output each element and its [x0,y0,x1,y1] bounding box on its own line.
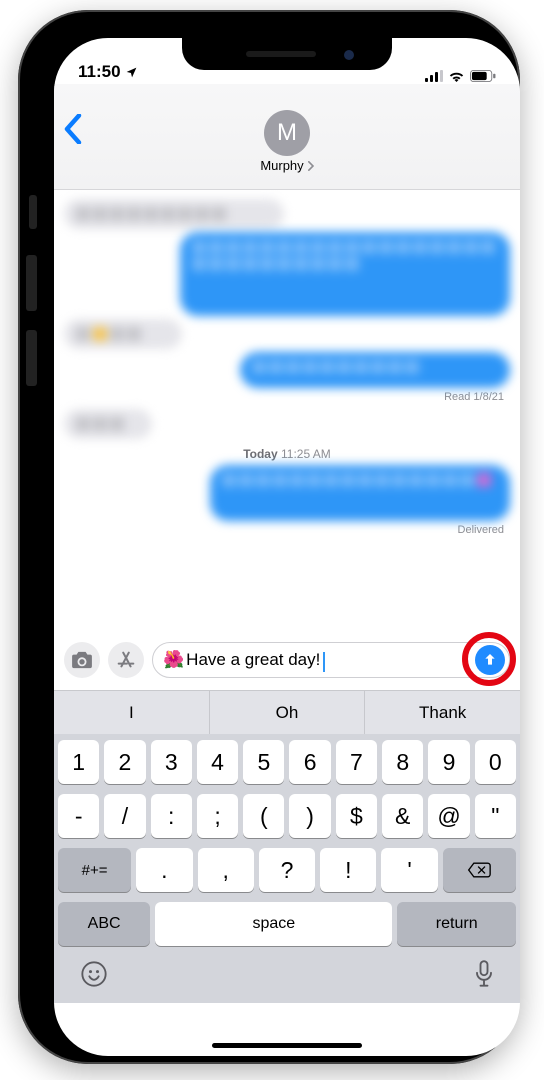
contact-name-button[interactable]: Murphy [260,158,313,173]
conversation-scroll[interactable]: Read 1/8/21 Today 11:25 AM Delivered [54,190,520,634]
key-rparen[interactable]: ) [289,794,330,838]
key-colon[interactable]: : [151,794,192,838]
dictation-button[interactable] [474,960,494,993]
battery-icon [470,70,496,82]
kb-row-4: ABC space return [58,902,516,946]
key-dollar[interactable]: $ [336,794,377,838]
key-quote[interactable]: " [475,794,516,838]
key-comma[interactable]: , [198,848,254,892]
kb-bottom-row [58,946,516,993]
notch [182,38,392,70]
key-lparen[interactable]: ( [243,794,284,838]
microphone-icon [474,960,494,988]
key-1[interactable]: 1 [58,740,99,784]
nav-header: M Murphy [54,84,520,190]
key-space[interactable]: space [155,902,392,946]
key-apos[interactable]: ' [381,848,437,892]
keyboard: 1 2 3 4 5 6 7 8 9 0 - / : ; ( ) $ & @ [54,734,520,1003]
key-symbols[interactable]: #+= [58,848,131,892]
key-amp[interactable]: & [382,794,423,838]
outgoing-bubble[interactable] [240,352,510,388]
incoming-bubble[interactable] [64,199,284,229]
key-bang[interactable]: ! [320,848,376,892]
key-0[interactable]: 0 [475,740,516,784]
input-emoji: 🌺 [163,650,184,670]
key-backspace[interactable] [443,848,516,892]
volume-up-button [26,255,37,311]
app-store-icon [115,649,137,671]
read-receipt: Read 1/8/21 [64,391,504,403]
phone-frame: 11:50 [18,10,520,1064]
key-dash[interactable]: - [58,794,99,838]
key-period[interactable]: . [136,848,192,892]
prediction-1[interactable]: I [54,691,210,734]
delivered-label: Delivered [64,524,504,536]
volume-down-button [26,330,37,386]
back-button[interactable] [64,114,82,149]
avatar-letter: M [277,119,297,147]
timestamp-divider: Today 11:25 AM [64,447,510,461]
key-7[interactable]: 7 [336,740,377,784]
kb-row-1: 1 2 3 4 5 6 7 8 9 0 [58,740,516,784]
wifi-icon [448,70,465,82]
kb-row-2: - / : ; ( ) $ & @ " [58,794,516,838]
prediction-3[interactable]: Thank [365,691,520,734]
key-6[interactable]: 6 [289,740,330,784]
outgoing-bubble[interactable] [210,465,510,521]
screen: 11:50 [54,38,520,1056]
status-time: 11:50 [78,62,121,82]
backspace-icon [467,861,491,879]
kb-row-3: #+= . , ? ! ' [58,848,516,892]
compose-row: 🌺 Have a great day! [54,634,520,690]
contact-avatar[interactable]: M [264,110,310,156]
key-question[interactable]: ? [259,848,315,892]
incoming-bubble[interactable] [64,319,182,349]
predictive-bar: I Oh Thank [54,690,520,734]
key-return[interactable]: return [397,902,516,946]
prediction-2[interactable]: Oh [210,691,366,734]
arrow-up-icon [482,652,498,668]
key-semicolon[interactable]: ; [197,794,238,838]
camera-button[interactable] [64,642,100,678]
key-abc[interactable]: ABC [58,902,150,946]
key-3[interactable]: 3 [151,740,192,784]
mute-switch [29,195,37,229]
key-5[interactable]: 5 [243,740,284,784]
outgoing-bubble[interactable] [180,232,510,316]
incoming-bubble[interactable] [64,409,152,439]
text-caret [323,652,325,672]
emoji-keyboard-button[interactable] [80,960,108,993]
key-4[interactable]: 4 [197,740,238,784]
smiley-icon [80,960,108,988]
key-8[interactable]: 8 [382,740,423,784]
camera-icon [71,651,93,669]
chevron-right-icon [307,161,314,171]
key-at[interactable]: @ [428,794,469,838]
input-text: Have a great day! [186,650,320,670]
key-9[interactable]: 9 [428,740,469,784]
message-input[interactable]: 🌺 Have a great day! [152,642,510,678]
send-button[interactable] [475,645,505,675]
home-indicator[interactable] [212,1043,362,1048]
app-store-button[interactable] [108,642,144,678]
key-2[interactable]: 2 [104,740,145,784]
location-icon [125,66,138,79]
cellular-signal-icon [425,70,443,82]
key-slash[interactable]: / [104,794,145,838]
contact-name: Murphy [260,158,303,173]
